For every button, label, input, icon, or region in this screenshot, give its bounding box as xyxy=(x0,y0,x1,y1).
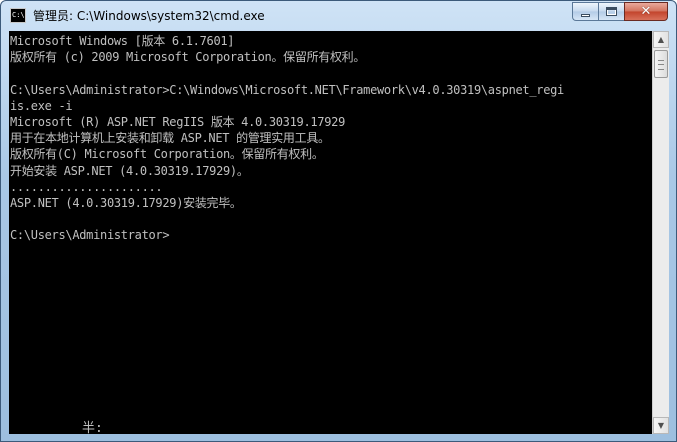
vertical-scrollbar[interactable]: ▲ ▼ xyxy=(652,31,669,434)
cmd-window: C:\ 管理员: C:\Windows\system32\cmd.exe ✕ M… xyxy=(0,0,677,442)
close-icon: ✕ xyxy=(640,4,652,19)
command-prompt[interactable]: C:\Users\Administrator> xyxy=(10,227,652,243)
console-line: Microsoft (R) ASP.NET RegIIS 版本 4.0.3031… xyxy=(10,114,346,129)
console-line: 用于在本地计算机上安装和卸载 ASP.NET 的管理实用工具。 xyxy=(10,131,330,146)
console-output[interactable]: Microsoft Windows [版本 6.1.7601] 版权所有 (c)… xyxy=(9,31,652,436)
title-bar[interactable]: C:\ 管理员: C:\Windows\system32\cmd.exe ✕ xyxy=(1,1,676,31)
minimize-button[interactable] xyxy=(572,2,598,21)
console-text: Microsoft Windows [版本 6.1.7601] 版权所有 (c)… xyxy=(10,33,652,243)
console-line: 开始安装 ASP.NET (4.0.30319.17929)。 xyxy=(10,163,249,178)
console-line: 版权所有 (c) 2009 Microsoft Corporation。保留所有… xyxy=(10,50,366,65)
grip-icon xyxy=(658,60,664,70)
window-title: 管理员: C:\Windows\system32\cmd.exe xyxy=(33,9,265,23)
close-button[interactable]: ✕ xyxy=(624,2,668,21)
console-line: C:\Users\Administrator>C:\Windows\Micros… xyxy=(10,82,564,97)
scroll-down-arrow-icon[interactable]: ▼ xyxy=(653,417,669,434)
ime-status: 半: xyxy=(82,421,103,436)
caption-buttons: ✕ xyxy=(572,2,668,21)
console-line: ...................... xyxy=(10,179,163,194)
cmd-icon[interactable]: C:\ xyxy=(10,8,26,23)
maximize-icon xyxy=(606,7,617,16)
console-line: 版权所有(C) Microsoft Corporation。保留所有权利。 xyxy=(10,147,324,162)
console-line: is.exe -i xyxy=(10,98,73,113)
console-line: Microsoft Windows [版本 6.1.7601] xyxy=(10,34,235,48)
scrollbar-thumb[interactable] xyxy=(654,50,668,78)
console-line: ASP.NET (4.0.30319.17929)安装完毕。 xyxy=(10,195,242,210)
minimize-icon xyxy=(581,14,590,17)
scroll-up-arrow-icon[interactable]: ▲ xyxy=(653,31,669,48)
maximize-button[interactable] xyxy=(598,2,624,21)
